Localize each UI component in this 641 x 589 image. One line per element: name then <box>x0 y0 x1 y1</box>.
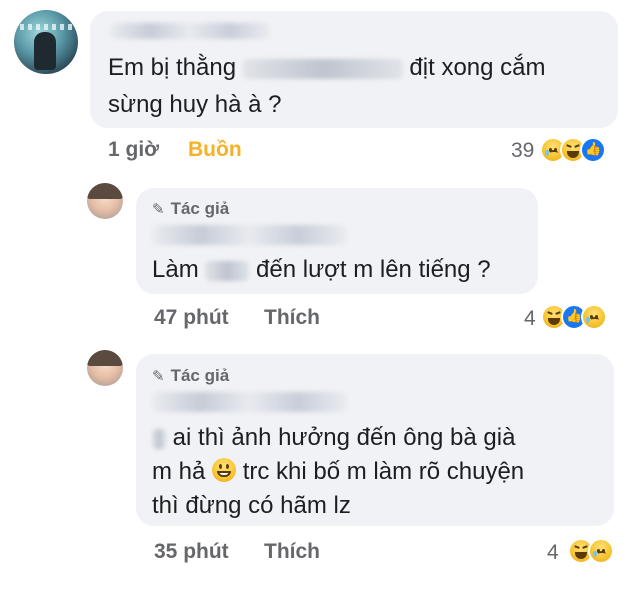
reaction-button[interactable]: Buồn <box>188 138 242 162</box>
comment-text: Làm <box>152 256 199 283</box>
comment-text: Em bị thằng <box>108 54 237 81</box>
sad-icon <box>581 304 607 330</box>
comment-text-line: ai thì ảnh hưởng đến ông bà già <box>152 421 515 455</box>
redacted-text <box>205 260 250 281</box>
like-button[interactable]: Thích <box>264 540 320 564</box>
redacted-name <box>152 225 347 245</box>
redacted-name <box>152 392 347 412</box>
avatar-figure <box>34 32 56 70</box>
author-badge: ✎ Tác giả <box>152 366 229 386</box>
avatar[interactable] <box>87 183 123 219</box>
pencil-icon: ✎ <box>152 368 165 385</box>
author-badge-label: Tác giả <box>170 366 230 385</box>
author-badge: ✎ Tác giả <box>152 199 229 219</box>
comment-text: m hả <box>152 458 206 485</box>
comment-text-line: Em bị thằng địt xong cắm <box>108 51 546 85</box>
comment-text-line: m hả trc khi bố m làm rõ chuyện <box>152 455 524 489</box>
reaction-icons[interactable] <box>540 137 606 163</box>
redacted-text <box>242 58 403 79</box>
reaction-count[interactable]: 4 <box>547 541 559 565</box>
comment-text: trc khi bố m làm rõ chuyện <box>242 458 525 485</box>
avatar-background <box>20 24 72 30</box>
avatar-hair <box>87 350 123 366</box>
reaction-count[interactable]: 39 <box>511 139 534 163</box>
sad-icon <box>588 538 614 564</box>
reaction-icons[interactable] <box>541 304 607 330</box>
redacted-text <box>152 428 166 449</box>
reaction-count[interactable]: 4 <box>524 307 536 331</box>
comment-text-line: thì đừng có hãm lz <box>152 492 351 519</box>
comment-text: địt xong cắm <box>409 54 546 81</box>
like-icon <box>580 137 606 163</box>
like-button[interactable]: Thích <box>264 306 320 330</box>
redacted-name <box>110 23 270 39</box>
reaction-icons[interactable] <box>568 538 614 564</box>
avatar[interactable] <box>14 10 78 74</box>
comment-timestamp[interactable]: 35 phút <box>154 540 229 564</box>
pencil-icon: ✎ <box>152 201 165 218</box>
comment-text: đến lượt m lên tiếng ? <box>256 256 491 283</box>
avatar[interactable] <box>87 350 123 386</box>
comment-text: ai thì ảnh hưởng đến ông bà già <box>172 424 516 451</box>
grinning-emoji-icon <box>212 458 237 482</box>
avatar-hair <box>87 183 123 199</box>
comment-timestamp[interactable]: 47 phút <box>154 306 229 330</box>
author-badge-label: Tác giả <box>170 199 230 218</box>
comment-timestamp[interactable]: 1 giờ <box>108 138 159 162</box>
comment-text-line: sừng huy hà à ? <box>108 91 282 118</box>
comment-text-line: Làm đến lượt m lên tiếng ? <box>152 253 491 287</box>
